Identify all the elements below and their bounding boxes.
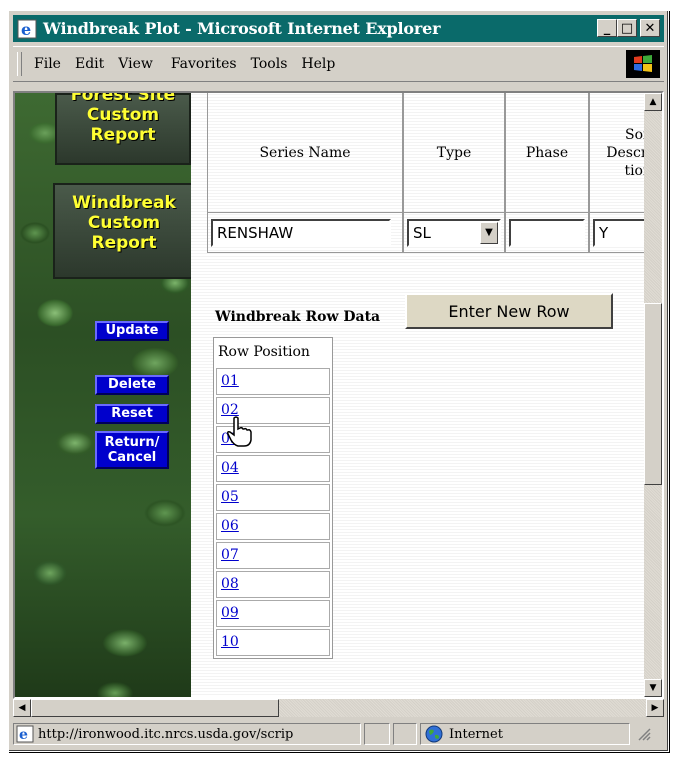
menu-edit[interactable]: Edit: [75, 56, 104, 72]
type-select[interactable]: SL ▼: [407, 219, 501, 247]
row-link-08[interactable]: 08: [216, 571, 330, 598]
minimize-button[interactable]: _: [597, 19, 617, 37]
vertical-scrollbar[interactable]: ▲ ▼: [644, 93, 662, 697]
close-button[interactable]: ✕: [640, 19, 660, 37]
row-link-05[interactable]: 05: [216, 484, 330, 511]
enter-new-row-button[interactable]: Enter New Row: [405, 293, 613, 329]
horizontal-scrollbar[interactable]: ◀ ▶: [13, 699, 664, 717]
header-type: Type: [403, 93, 505, 213]
scroll-right-icon[interactable]: ▶: [646, 699, 664, 717]
cancel-label: Cancel: [107, 450, 157, 465]
series-name-input[interactable]: RENSHAW: [211, 219, 391, 247]
windbreak-row-data-label: Windbreak Row Data: [215, 309, 381, 325]
header-soil-description: Soil Descri tion: [589, 93, 646, 213]
main-content: Series Name Type Phase Soil Descri tion …: [191, 93, 646, 697]
page-viewport: Forest Site Custom Report Windbreak Cust…: [13, 91, 664, 699]
status-pane-empty2: [393, 723, 417, 745]
menu-help[interactable]: Help: [301, 56, 335, 72]
windbreak-report-line2: Custom: [87, 213, 161, 233]
row-link-07[interactable]: 07: [216, 542, 330, 569]
chevron-down-icon[interactable]: ▼: [480, 222, 498, 244]
row-link-09[interactable]: 09: [216, 600, 330, 627]
windbreak-report-line1: Windbreak: [72, 193, 176, 213]
scroll-up-icon[interactable]: ▲: [644, 93, 662, 111]
forest-site-report-link[interactable]: Forest Site Custom Report: [55, 93, 191, 165]
windbreak-report-link[interactable]: Windbreak Custom Report: [53, 183, 195, 279]
update-button[interactable]: Update: [95, 321, 169, 341]
row-position-table: Row Position 01 02 03 04 05 06 07 08 09 …: [213, 337, 333, 659]
return-label: Return/: [104, 435, 160, 450]
svg-text:e: e: [21, 20, 31, 39]
soil-description-input[interactable]: Y: [593, 219, 646, 247]
status-zone-text: Internet: [449, 726, 503, 742]
header-phase: Phase: [505, 93, 589, 213]
ivy-sidebar: Forest Site Custom Report Windbreak Cust…: [15, 93, 195, 697]
svg-text:e: e: [19, 727, 28, 743]
hand-cursor-icon: [227, 416, 252, 447]
row-link-06[interactable]: 06: [216, 513, 330, 540]
status-url-text: http://ironwood.itc.nrcs.usda.gov/scrip: [38, 726, 294, 742]
forest-report-line2: Custom: [86, 105, 160, 125]
return-cancel-button[interactable]: Return/ Cancel: [95, 431, 169, 469]
status-zone-pane: Internet: [420, 723, 630, 745]
title-bar[interactable]: e Windbreak Plot - Microsoft Internet Ex…: [13, 15, 664, 42]
delete-button[interactable]: Delete: [95, 375, 169, 395]
forest-report-line3: Report: [90, 125, 156, 145]
type-select-value: SL: [413, 224, 431, 242]
menu-bar: File Edit View Favorites Tools Help: [13, 46, 664, 82]
horizontal-scroll-thumb[interactable]: [31, 699, 279, 717]
windbreak-report-line3: Report: [91, 233, 157, 253]
row-link-10[interactable]: 10: [216, 629, 330, 656]
header-series-name: Series Name: [207, 93, 403, 213]
status-url-pane: e http://ironwood.itc.nrcs.usda.gov/scri…: [13, 723, 361, 745]
resize-grip-icon[interactable]: [637, 727, 651, 741]
windows-logo-icon: [626, 50, 660, 78]
browser-window: e Windbreak Plot - Microsoft Internet Ex…: [8, 10, 669, 752]
menu-tools[interactable]: Tools: [251, 56, 288, 72]
globe-icon: [425, 725, 443, 743]
scroll-left-icon[interactable]: ◀: [13, 699, 31, 717]
ie-icon: e: [16, 725, 34, 743]
phase-input[interactable]: [509, 219, 585, 247]
row-link-04[interactable]: 04: [216, 455, 330, 482]
row-position-header: Row Position: [218, 344, 310, 360]
toolbar-grip[interactable]: [17, 52, 22, 76]
scroll-down-icon[interactable]: ▼: [644, 679, 662, 697]
window-title: Windbreak Plot - Microsoft Internet Expl…: [43, 19, 441, 38]
menu-view[interactable]: View: [118, 56, 153, 72]
vertical-scroll-thumb[interactable]: [644, 303, 662, 485]
row-link-01[interactable]: 01: [216, 368, 330, 395]
forest-report-line1: Forest Site: [70, 91, 176, 105]
reset-button[interactable]: Reset: [95, 404, 169, 424]
status-pane-empty1: [364, 723, 390, 745]
ie-icon: e: [17, 19, 37, 39]
menu-file[interactable]: File: [34, 56, 61, 72]
status-bar: e http://ironwood.itc.nrcs.usda.gov/scri…: [13, 721, 664, 747]
menu-favorites[interactable]: Favorites: [171, 56, 237, 72]
maximize-button[interactable]: □: [617, 19, 637, 37]
